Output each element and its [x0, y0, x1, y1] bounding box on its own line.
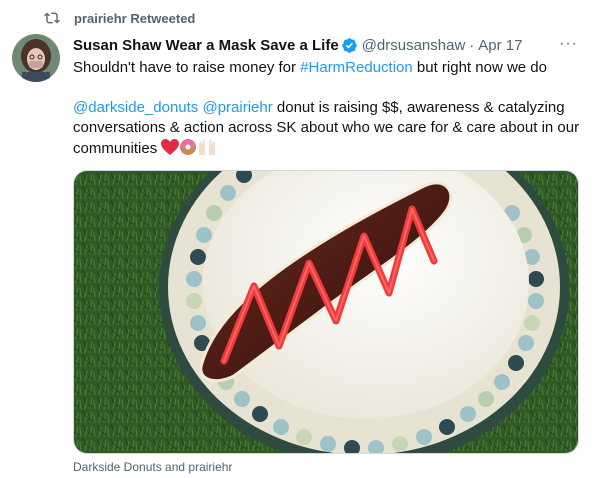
retweet-label: prairiehr Retweeted	[74, 10, 196, 26]
verified-badge-icon	[341, 37, 357, 53]
timestamp[interactable]: Apr 17	[478, 37, 522, 54]
text-segment: Shouldn't have to raise money for	[73, 59, 301, 76]
donut-emoji-icon	[180, 139, 197, 155]
mention-link-prairiehr[interactable]: @prairiehr	[202, 99, 272, 116]
tweet-media-photo[interactable]	[73, 170, 579, 454]
heart-emoji-icon	[161, 139, 180, 155]
display-name[interactable]: Susan Shaw Wear a Mask Save a Life	[73, 37, 339, 54]
text-segment: but right now we do	[412, 59, 547, 76]
retweet-context[interactable]: prairiehr Retweeted	[44, 8, 195, 28]
mention-link-darkside[interactable]: @darkside_donuts	[73, 99, 198, 116]
media-caption[interactable]: Darkside Donuts and prairiehr	[73, 460, 232, 474]
tweet-text-line1: Shouldn't have to raise money for #HarmR…	[73, 58, 584, 78]
raised-hands-emoji-icon	[199, 139, 216, 155]
tweet-header: Susan Shaw Wear a Mask Save a Life @drsu…	[73, 34, 586, 56]
more-icon[interactable]: ···	[559, 35, 578, 53]
handle[interactable]: @drsusanshaw	[362, 37, 466, 54]
tweet-text-line2: @darkside_donuts @prairiehr donut is rai…	[73, 98, 584, 159]
hashtag-link[interactable]: #HarmReduction	[300, 59, 413, 76]
donut-photo	[74, 171, 578, 453]
avatar[interactable]	[12, 34, 60, 82]
separator-dot: ·	[469, 36, 475, 54]
retweet-icon	[44, 12, 60, 24]
